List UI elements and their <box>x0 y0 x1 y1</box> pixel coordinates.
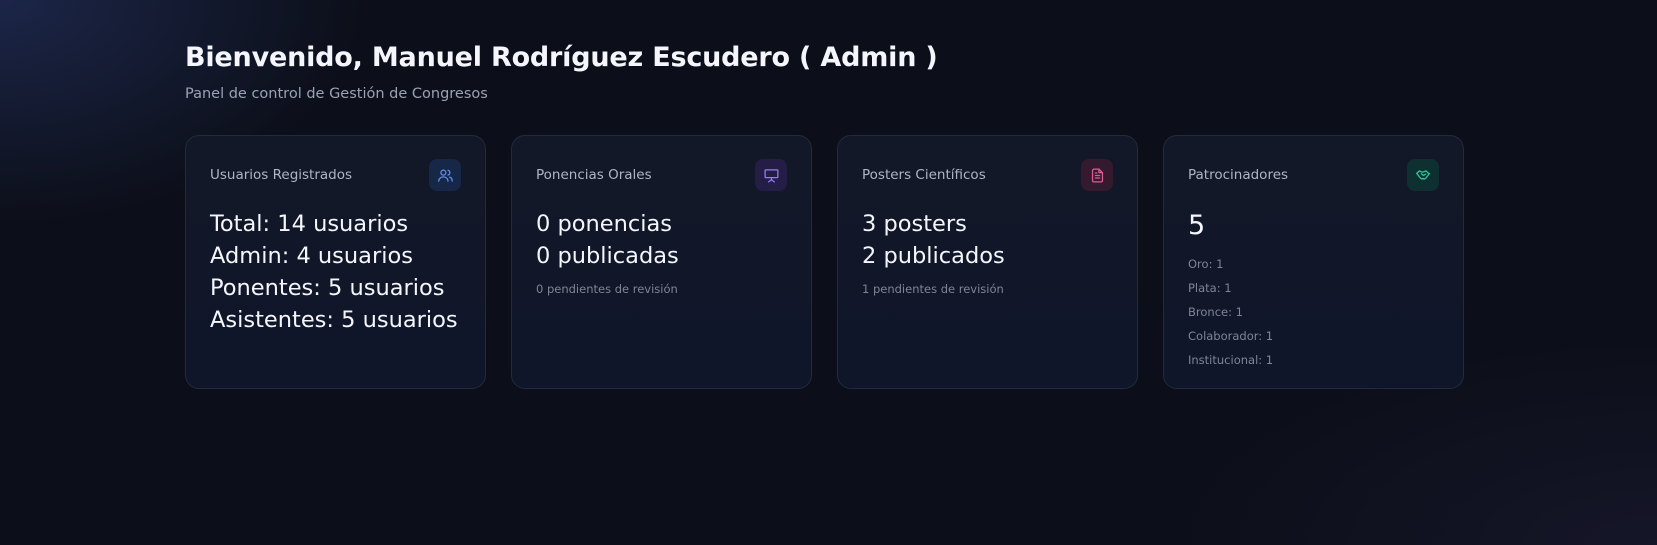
posters-stats: 3 posters 2 publicados <box>862 208 1113 272</box>
dashboard-header: Bienvenido, Manuel Rodríguez Escudero ( … <box>185 40 938 102</box>
card-header: Posters Científicos <box>862 158 1113 192</box>
card-title: Patrocinadores <box>1188 167 1289 183</box>
card-title: Usuarios Registrados <box>210 167 353 183</box>
page-subtitle: Panel de control de Gestión de Congresos <box>185 86 488 102</box>
handshake-icon <box>1407 159 1439 191</box>
users-stats: Total: 14 usuarios Admin: 4 usuarios Pon… <box>210 208 461 336</box>
sponsor-tiers: Oro: 1 Plata: 1 Bronce: 1 Colaborador: 1… <box>1188 252 1439 372</box>
card-title: Posters Científicos <box>862 167 986 183</box>
users-speakers: Ponentes: 5 usuarios <box>210 275 445 301</box>
card-header: Ponencias Orales <box>536 158 787 192</box>
stats-cards: Usuarios Registrados Total: 14 usuarios … <box>185 135 1464 389</box>
card-users: Usuarios Registrados Total: 14 usuarios … <box>185 135 486 389</box>
tier-bronze: Bronce: 1 <box>1188 305 1243 319</box>
document-icon <box>1081 159 1113 191</box>
users-attendees: Asistentes: 5 usuarios <box>210 307 458 333</box>
presentation-icon <box>755 159 787 191</box>
card-header: Usuarios Registrados <box>210 158 461 192</box>
talks-published: 0 publicadas <box>536 243 679 269</box>
users-total: Total: 14 usuarios <box>210 211 409 237</box>
talks-stats: 0 ponencias 0 publicadas <box>536 208 787 272</box>
talks-count: 0 ponencias <box>536 211 673 237</box>
tier-collaborator: Colaborador: 1 <box>1188 329 1274 343</box>
card-talks: Ponencias Orales 0 ponencias 0 publicada… <box>511 135 812 389</box>
tier-institutional: Institucional: 1 <box>1188 353 1274 367</box>
talks-pending-note: 0 pendientes de revisión <box>536 282 678 296</box>
card-header: Patrocinadores <box>1188 158 1439 192</box>
card-posters: Posters Científicos 3 posters 2 publicad… <box>837 135 1138 389</box>
tier-gold: Oro: 1 <box>1188 257 1224 271</box>
card-title: Ponencias Orales <box>536 167 652 183</box>
tier-silver: Plata: 1 <box>1188 281 1232 295</box>
sponsors-total: 5 <box>1188 210 1206 241</box>
page-title: Bienvenido, Manuel Rodríguez Escudero ( … <box>185 42 938 73</box>
posters-count: 3 posters <box>862 211 967 237</box>
users-icon <box>429 159 461 191</box>
card-sponsors: Patrocinadores 5 Oro: 1 Plata: 1 Bronce:… <box>1163 135 1464 389</box>
posters-published: 2 publicados <box>862 243 1005 269</box>
posters-pending-note: 1 pendientes de revisión <box>862 282 1004 296</box>
users-admin: Admin: 4 usuarios <box>210 243 413 269</box>
